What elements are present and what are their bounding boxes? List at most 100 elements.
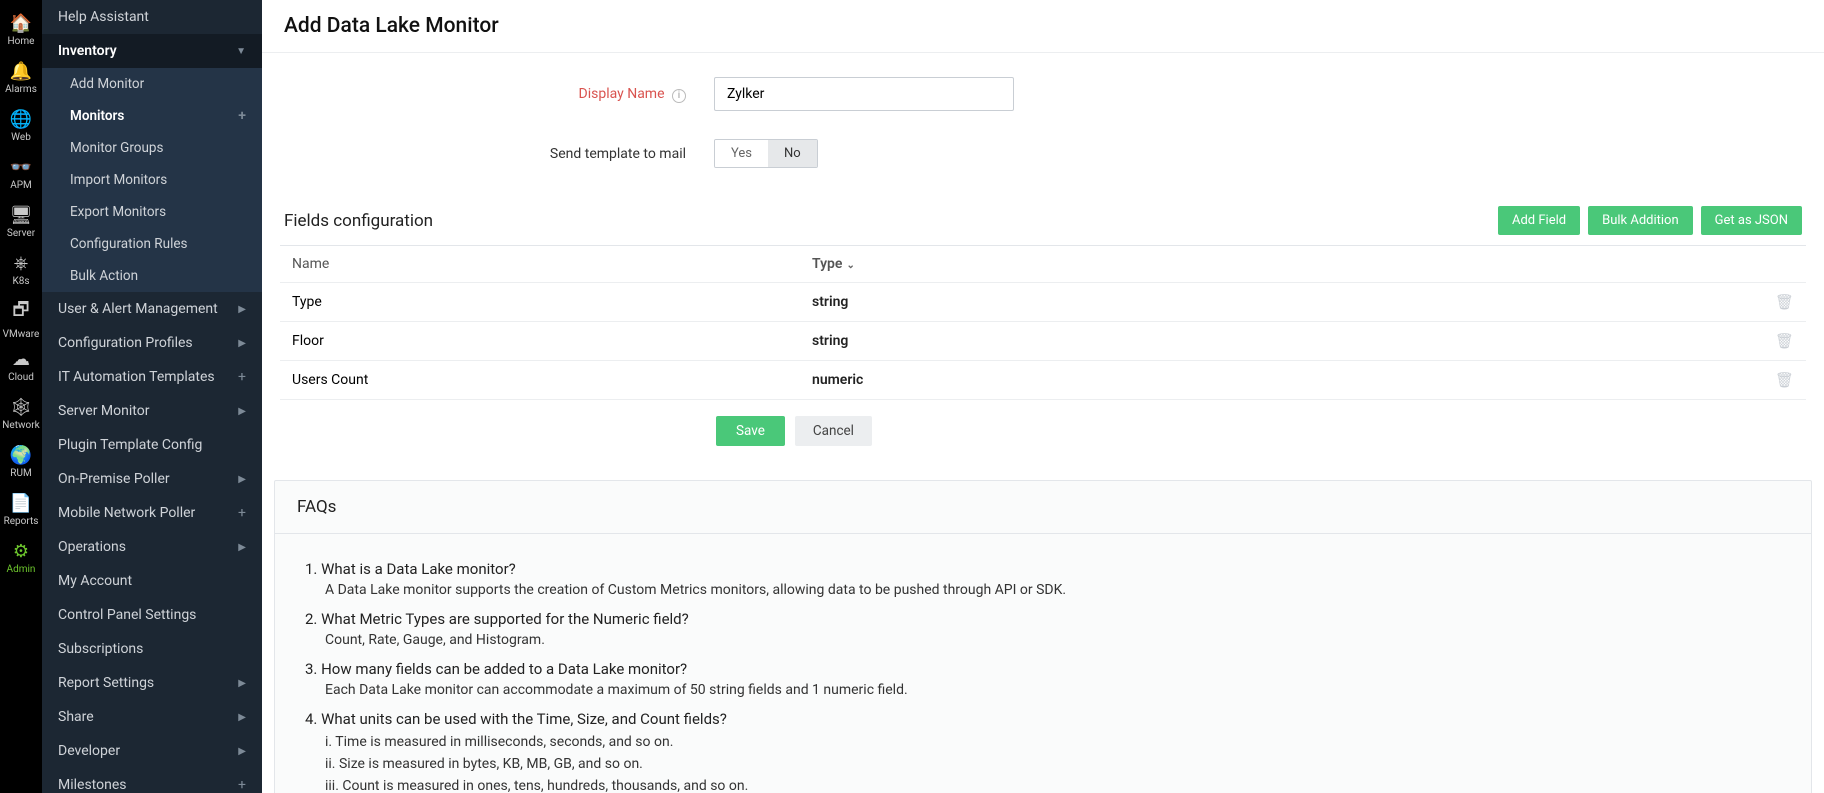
faq-title: FAQs [275,481,1811,534]
plus-icon[interactable]: + [238,369,246,385]
sidebar-item-report-settings[interactable]: Report Settings▶ [42,666,262,700]
faq-answer: A Data Lake monitor supports the creatio… [325,582,1781,598]
sidebar-sub-configuration-rules[interactable]: Configuration Rules [42,228,262,260]
table-row: Users Countnumeric🗑 [280,361,1806,400]
sidebar-label: Monitors [70,108,124,124]
chevron-right-icon: ▶ [238,678,246,689]
sidebar-label: Milestones [58,777,127,793]
sidebar-item-subscriptions[interactable]: Subscriptions [42,632,262,666]
sidebar-item-configuration-profiles[interactable]: Configuration Profiles▶ [42,326,262,360]
rail-item-alarms[interactable]: 🔔Alarms [0,54,42,102]
display-name-input[interactable] [714,77,1014,111]
sidebar-label: Import Monitors [70,172,167,188]
sidebar-item-control-panel-settings[interactable]: Control Panel Settings [42,598,262,632]
faq-question: 1. What is a Data Lake monitor? [305,560,1781,578]
sidebar-label: IT Automation Templates [58,369,215,385]
page-title: Add Data Lake Monitor [262,0,1824,53]
get-as-json-button[interactable]: Get as JSON [1701,206,1802,235]
help-icon[interactable]: i [672,89,686,103]
plus-icon[interactable]: + [238,777,246,793]
chevron-right-icon: ▶ [238,746,246,757]
delete-icon[interactable]: 🗑 [1754,332,1794,350]
sidebar-sub-export-monitors[interactable]: Export Monitors [42,196,262,228]
vmware-icon: 🗗 [13,297,30,327]
sidebar-label: My Account [58,573,132,589]
faq-question: 2. What Metric Types are supported for t… [305,610,1781,628]
rail-item-admin[interactable]: ⚙Admin [0,534,42,582]
save-button[interactable]: Save [716,416,785,446]
sidebar-item-developer[interactable]: Developer ▶ [42,734,262,768]
rail-label: Home [8,36,35,47]
rail-label: Server [7,228,35,239]
chevron-down-icon: ⌄ [846,260,854,271]
sidebar-sub-add-monitor[interactable]: Add Monitor [42,68,262,100]
rail-item-home[interactable]: 🏠 Home [0,6,42,54]
rail-item-web[interactable]: 🌐 Web [0,102,42,150]
sidebar-item-on-premise-poller[interactable]: On-Premise Poller▶ [42,462,262,496]
sidebar-help-assistant[interactable]: Help Assistant [42,0,262,34]
sidebar-item-user-alert-management[interactable]: User & Alert Management▶ [42,292,262,326]
display-name-label: Display Name i [284,86,714,103]
sidebar-item-milestones[interactable]: Milestones + [42,768,262,793]
reports-icon: 📄 [10,493,32,514]
rail-item-cloud[interactable]: ☁Cloud [0,342,42,390]
table-header: Name Type⌄ [280,246,1806,283]
chevron-right-icon: ▶ [238,542,246,553]
rail-item-apm[interactable]: 👓 APM [0,150,42,198]
rail-label: Web [11,132,31,143]
sidebar-item-operations[interactable]: Operations▶ [42,530,262,564]
delete-icon[interactable]: 🗑 [1754,293,1794,311]
sidebar-sub-monitors[interactable]: Monitors + [42,100,262,132]
bulk-addition-button[interactable]: Bulk Addition [1588,206,1693,235]
cancel-button[interactable]: Cancel [795,416,872,446]
toggle-no[interactable]: No [768,140,817,167]
add-field-button[interactable]: Add Field [1498,206,1580,235]
rail-label: VMware [3,329,40,340]
field-name: Users Count [292,372,812,388]
sidebar-item-mobile-network-poller[interactable]: Mobile Network Poller + [42,496,262,530]
sidebar-item-server-monitor[interactable]: Server Monitor▶ [42,394,262,428]
apm-icon: 👓 [10,157,32,178]
toggle-yes[interactable]: Yes [715,140,768,167]
rail-label: Alarms [5,84,37,95]
faq-question: 3. How many fields can be added to a Dat… [305,660,1781,678]
form-area: Display Name i Send template to mail Yes… [262,53,1824,206]
rail-item-network[interactable]: 🕸Network [0,390,42,438]
web-icon: 🌐 [10,109,32,130]
sidebar-item-share[interactable]: Share▶ [42,700,262,734]
plus-icon[interactable]: + [238,505,246,521]
col-type-header[interactable]: Type⌄ [812,256,1754,272]
faq-answer: Count, Rate, Gauge, and Histogram. [325,632,1781,648]
sidebar-sub-import-monitors[interactable]: Import Monitors [42,164,262,196]
sidebar-label: Developer [58,743,120,759]
home-icon: 🏠 [10,13,32,34]
send-template-toggle: Yes No [714,139,818,168]
rail-label: APM [10,180,32,191]
delete-icon[interactable]: 🗑 [1754,371,1794,389]
sidebar-item-plugin-template-config[interactable]: Plugin Template Config [42,428,262,462]
chevron-right-icon: ▶ [238,406,246,417]
sidebar-section-inventory[interactable]: Inventory ▼ [42,34,262,68]
faq-question: 4. What units can be used with the Time,… [305,710,1781,728]
rail-item-k8s[interactable]: ⎈K8s [0,246,42,294]
rail-label: Reports [4,516,39,527]
faq-sub-answer: i. Time is measured in milliseconds, sec… [325,734,1781,750]
field-type: string [812,333,1754,349]
cloud-icon: ☁ [12,349,30,370]
faq-answer: Each Data Lake monitor can accommodate a… [325,682,1781,698]
sidebar-item-my-account[interactable]: My Account [42,564,262,598]
rail-item-rum[interactable]: 🌍RUM [0,438,42,486]
rail-item-reports[interactable]: 📄 Reports [0,486,42,534]
sidebar-label: Mobile Network Poller [58,505,195,521]
rail-item-vmware[interactable]: 🗗 VMware [0,294,42,342]
sidebar-item-it-automation-templates[interactable]: IT Automation Templates + [42,360,262,394]
sidebar-label: Configuration Profiles [58,335,193,351]
plus-icon[interactable]: + [238,108,246,124]
send-template-label: Send template to mail [284,146,714,162]
sidebar-sub-bulk-action[interactable]: Bulk Action [42,260,262,292]
sidebar-label: Add Monitor [70,76,144,92]
rail-item-server[interactable]: 🖥Server [0,198,42,246]
sidebar-sub-monitor-groups[interactable]: Monitor Groups [42,132,262,164]
chevron-right-icon: ▶ [238,304,246,315]
chevron-right-icon: ▶ [238,474,246,485]
